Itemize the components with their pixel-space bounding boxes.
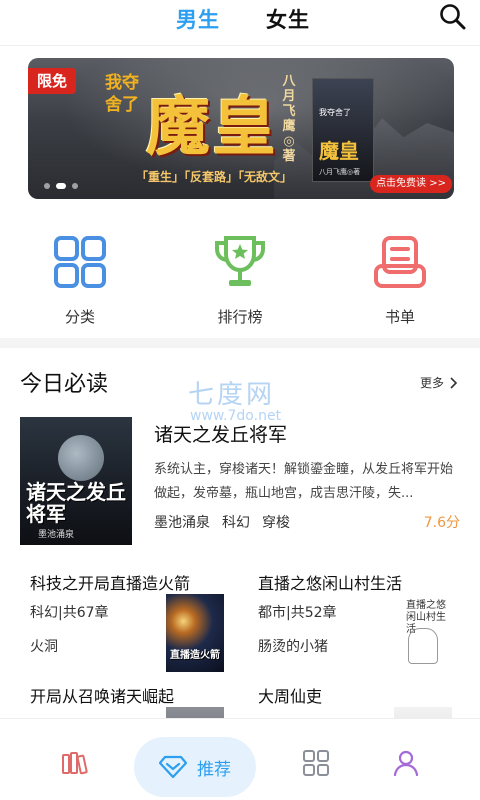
chevron-right-icon <box>450 376 458 389</box>
featured-book-cover[interactable]: 诸天之发丘将军 墨池涌泉 <box>20 417 132 545</box>
banner-book-cover: 我夺舍了 魔皇 八月飞鹰◎著 <box>312 78 374 182</box>
nav-profile[interactable] <box>376 737 436 787</box>
free-badge: 限免 <box>28 68 76 94</box>
user-icon <box>393 750 419 777</box>
banner-tags: 「重生」「反套路」「无敌文」 <box>136 170 293 184</box>
featured-score: 7.6分 <box>423 515 460 531</box>
category-grid-icon <box>54 236 106 288</box>
pagination-dot-active[interactable] <box>56 183 66 189</box>
book-title: 直播之悠闲山村生活 <box>258 574 403 593</box>
book-cover: 直播之悠闲山村生活 <box>394 594 452 672</box>
entry-ranking[interactable]: 排行榜 <box>180 232 300 327</box>
top-bar: 男生 女生 <box>0 0 480 46</box>
featured-author: 墨池涌泉 <box>154 515 210 531</box>
featured-genre: 科幻 <box>222 515 250 531</box>
book-card[interactable]: 科技之开局直播造火箭 科幻|共67章 火洞 直播造火箭 <box>30 570 245 680</box>
book-title: 科技之开局直播造火箭 <box>30 574 191 593</box>
book-cover: 直播造火箭 <box>166 594 224 672</box>
banner-circle-text: 我夺舍了 <box>105 73 139 115</box>
nav-category[interactable] <box>286 737 346 787</box>
banner-author: 八月飞鹰◎著 <box>282 74 296 164</box>
entry-booklist[interactable]: 书单 <box>340 232 460 327</box>
book-cover-text: 直播造火箭 <box>170 650 220 661</box>
entry-ranking-label: 排行榜 <box>217 308 263 326</box>
pagination-dot[interactable] <box>44 183 50 189</box>
entry-category[interactable]: 分类 <box>20 232 140 327</box>
tab-female[interactable]: 女生 <box>266 4 310 34</box>
book-title: 开局从召唤诸天崛起 <box>30 687 175 706</box>
section-title: 今日必读 <box>20 372 109 397</box>
book-card[interactable]: 直播之悠闲山村生活 都市|共52章 肠烫的小猪 直播之悠闲山村生活 <box>258 570 473 680</box>
entry-booklist-label: 书单 <box>384 308 415 326</box>
book-title: 大周仙吏 <box>258 687 323 706</box>
read-free-button[interactable]: 点击免费读 >> <box>370 175 452 193</box>
banner-pagination <box>44 183 78 189</box>
more-link[interactable]: 更多 <box>420 374 458 391</box>
booklist-icon <box>374 236 426 288</box>
tab-male[interactable]: 男生 <box>176 4 220 34</box>
bookshelf-icon <box>62 752 88 775</box>
featured-subgenre: 穿梭 <box>262 515 290 531</box>
entry-category-label: 分类 <box>64 308 95 326</box>
nav-bookshelf[interactable] <box>44 737 104 787</box>
more-label: 更多 <box>419 376 444 390</box>
bottom-nav: 推荐 <box>0 718 480 800</box>
category-grid-icon <box>303 750 329 776</box>
book-author: 肠烫的小猪 <box>258 639 328 655</box>
cover-doodle-art <box>408 628 438 664</box>
book-meta: 都市|共52章 <box>258 605 337 621</box>
featured-book-meta: 墨池涌泉 科幻 穿梭 <box>154 512 302 532</box>
banner-title: 魔皇 <box>146 90 278 165</box>
book-author: 火洞 <box>30 639 58 655</box>
featured-cover-title: 诸天之发丘将军 <box>26 480 126 526</box>
watermark: 七度网 <box>188 380 276 410</box>
featured-book-description: 系统认主，穿梭诸天！解锁鎏金瞳，从发丘将军开始做起，发帝墓，瓶山地宫，成吉思汗陵… <box>154 462 454 501</box>
trophy-icon <box>215 236 265 286</box>
promo-banner[interactable]: 限免 我夺舍了 魔皇 八月飞鹰◎著 「重生」「反套路」「无敌文」 我夺舍了 魔皇… <box>28 58 454 199</box>
book-meta: 科幻|共67章 <box>30 605 109 621</box>
cover-moon-art <box>58 435 104 481</box>
pagination-dot[interactable] <box>72 183 78 189</box>
mini-cover-title: 魔皇 <box>319 139 359 163</box>
nav-recommend[interactable]: 推荐 <box>134 737 256 797</box>
quick-entries: 分类 排行榜 书单 <box>0 232 480 332</box>
featured-book-title[interactable]: 诸天之发丘将军 <box>154 420 287 447</box>
section-divider <box>0 338 480 348</box>
diamond-icon <box>159 755 187 779</box>
featured-cover-author: 墨池涌泉 <box>38 530 75 540</box>
nav-recommend-label: 推荐 <box>197 759 231 780</box>
search-icon[interactable] <box>438 2 468 32</box>
mini-cover-author: 八月飞鹰◎著 <box>319 168 361 176</box>
mini-cover-series: 我夺舍了 <box>319 108 351 117</box>
